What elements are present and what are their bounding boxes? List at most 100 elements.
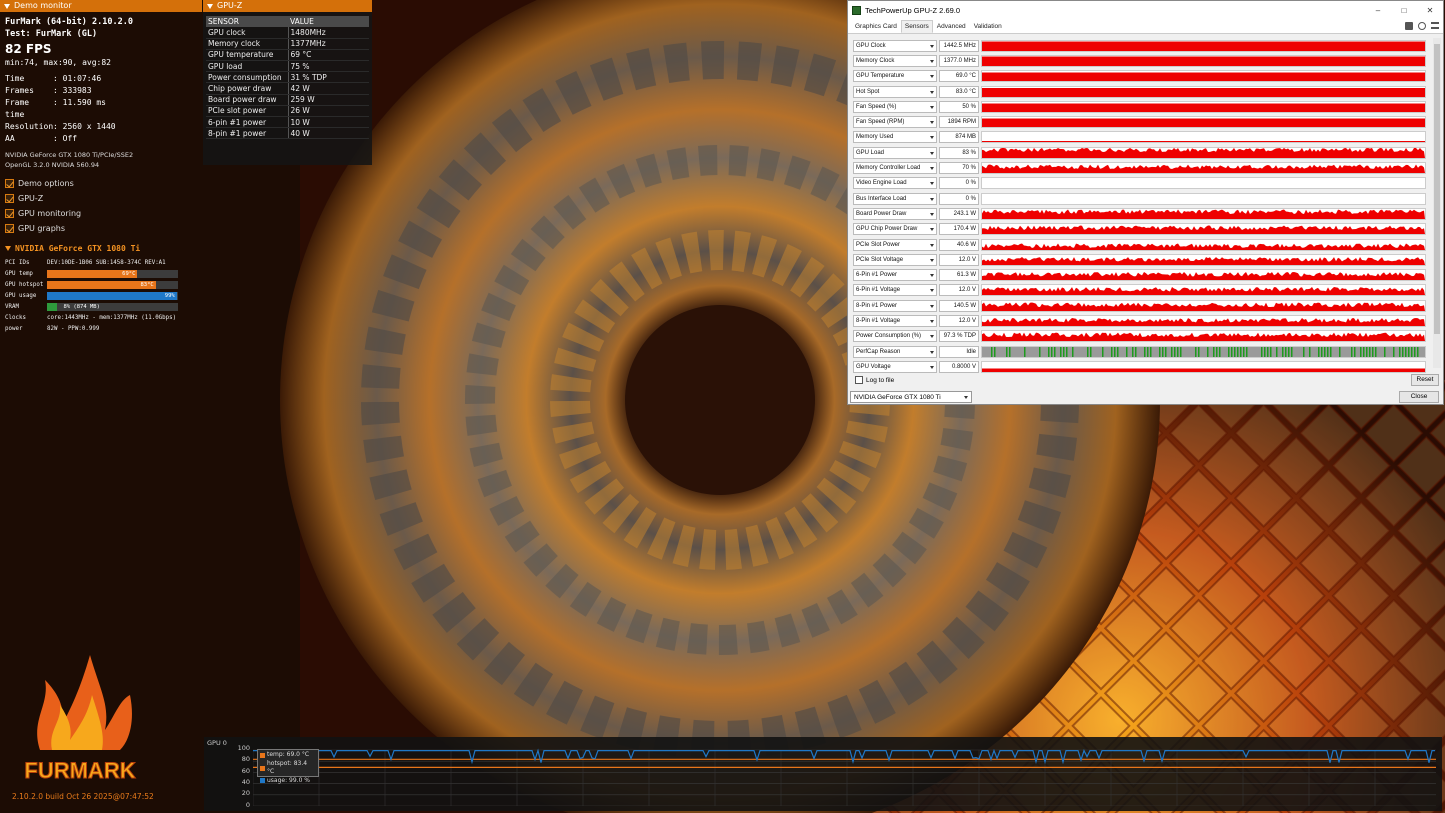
gpuz-overlay-row: 8-pin #1 power 40 W	[206, 127, 369, 140]
collapse-arrow-icon[interactable]	[207, 3, 213, 9]
checkbox-checked-icon[interactable]	[5, 194, 14, 203]
sensor-name-dropdown[interactable]: GPU Temperature	[853, 70, 937, 83]
sensor-row: PCIe Slot Power 40.6 W	[853, 237, 1433, 252]
sensor-graph	[981, 207, 1426, 220]
sensor-name-dropdown[interactable]: PCIe Slot Power	[853, 238, 937, 251]
sensor-name-dropdown[interactable]: Board Power Draw	[853, 207, 937, 220]
legend-label: hotspot: 83.4 °C	[266, 759, 308, 776]
stat-value: : 01:07:46	[53, 74, 102, 83]
sensor-graph-fill	[982, 118, 1425, 128]
series-usage-line	[253, 748, 1435, 765]
perfcap-mark	[1414, 346, 1416, 357]
sensor-name-dropdown[interactable]: 8-Pin #1 Power	[853, 299, 937, 312]
title-bar[interactable]: TechPowerUp GPU-Z 2.69.0 – □ ✕	[848, 1, 1443, 19]
perfcap-mark	[1261, 346, 1263, 357]
sensor-name-dropdown[interactable]: GPU Load	[853, 146, 937, 159]
checkbox-gpu-graphs[interactable]: GPU graphs	[5, 221, 197, 236]
close-icon[interactable]: ✕	[1417, 6, 1443, 15]
sensor-graph	[981, 192, 1426, 205]
sensor-graph-fill	[982, 87, 1425, 97]
tab-graphics-card[interactable]: Graphics Card	[851, 20, 901, 33]
sensor-graph	[981, 116, 1426, 129]
sensor-value: 31 % TDP	[288, 71, 369, 84]
sensor-name-dropdown[interactable]: 8-Pin #1 Voltage	[853, 314, 937, 327]
gpuz-overlay-header[interactable]: GPU-Z	[203, 0, 372, 12]
perfcap-mark	[1384, 346, 1386, 357]
log-to-file-checkbox[interactable]: Log to file	[855, 376, 894, 384]
refresh-icon[interactable]	[1418, 22, 1426, 30]
stat-key: Frames	[5, 86, 34, 95]
sensor-name-dropdown[interactable]: GPU Clock	[853, 39, 937, 52]
menu-icon[interactable]	[1431, 22, 1439, 29]
tab-sensors[interactable]: Sensors	[900, 20, 933, 33]
monitor-bar-fill	[47, 280, 156, 289]
sensor-graph	[981, 269, 1426, 282]
sensor-name-dropdown[interactable]: Fan Speed (RPM)	[853, 116, 937, 129]
sensor-value: 12.0 V	[939, 284, 979, 297]
stat-row: Frame time: 11.590 ms	[5, 97, 197, 121]
gpuz-overlay-row: GPU clock 1480MHz	[206, 27, 369, 39]
perfcap-mark	[1237, 346, 1239, 357]
graph-title: GPU 0	[207, 739, 227, 747]
demo-monitor-header[interactable]: Demo monitor	[0, 0, 202, 12]
reset-button[interactable]: Reset	[1411, 374, 1439, 386]
perfcap-mark	[1072, 346, 1074, 357]
sensor-name-dropdown[interactable]: Fan Speed (%)	[853, 100, 937, 113]
minimize-icon[interactable]: –	[1365, 6, 1391, 15]
tab-validation[interactable]: Validation	[970, 20, 1006, 33]
tab-advanced[interactable]: Advanced	[933, 20, 970, 33]
checkbox-demo-options[interactable]: Demo options	[5, 176, 197, 191]
sensor-value: 61.3 W	[939, 269, 979, 282]
perfcap-mark	[1213, 346, 1215, 357]
sensor-row: GPU Chip Power Draw 170.4 W	[853, 222, 1433, 237]
gpu-section-header[interactable]: NVIDIA GeForce GTX 1080 Ti	[5, 242, 197, 254]
checkbox-checked-icon[interactable]	[5, 179, 14, 188]
gpuz-overlay-table: SENSOR VALUE GPU clock 1480MHz Memory clock…	[206, 16, 369, 140]
sensor-row: Bus Interface Load 0 %	[853, 191, 1433, 206]
sensor-name-dropdown[interactable]: 6-Pin #1 Voltage	[853, 284, 937, 297]
perfcap-mark	[1363, 346, 1365, 357]
sensor-graph	[981, 54, 1426, 67]
sensor-name-dropdown[interactable]: Memory Used	[853, 131, 937, 144]
sensor-value: 1480MHz	[288, 27, 369, 39]
sensor-graph-fill	[982, 103, 1425, 112]
perfcap-mark	[1171, 346, 1173, 357]
sensor-value: 50 %	[939, 100, 979, 113]
sensor-name-dropdown[interactable]: GPU Chip Power Draw	[853, 223, 937, 236]
perfcap-mark	[1111, 346, 1113, 357]
perfcap-mark	[1393, 346, 1395, 357]
sensor-name-dropdown[interactable]: Bus Interface Load	[853, 192, 937, 205]
sensor-graph	[981, 162, 1426, 175]
collapse-arrow-icon[interactable]	[4, 3, 10, 9]
perfcap-mark	[1327, 346, 1329, 357]
checkbox-gpu-monitoring[interactable]: GPU monitoring	[5, 206, 197, 221]
sensor-name-dropdown[interactable]: Power Consumption (%)	[853, 330, 937, 343]
sensor-scrollbar[interactable]	[1433, 38, 1441, 368]
gpu-select[interactable]: NVIDIA GeForce GTX 1080 Ti	[850, 391, 972, 403]
sensor-graph	[981, 345, 1426, 358]
collapse-arrow-icon[interactable]	[5, 245, 11, 251]
perfcap-mark	[1195, 346, 1197, 357]
sensor-name-dropdown[interactable]: Video Engine Load	[853, 177, 937, 190]
checkbox-gpu-z[interactable]: GPU-Z	[5, 191, 197, 206]
sensor-name-dropdown[interactable]: PerfCap Reason	[853, 345, 937, 358]
perfcap-mark	[1150, 346, 1152, 357]
sensor-value: 69.0 °C	[939, 70, 979, 83]
sensor-name-dropdown[interactable]: 6-Pin #1 Power	[853, 269, 937, 282]
sensor-name-dropdown[interactable]: PCIe Slot Voltage	[853, 253, 937, 266]
checkbox-checked-icon[interactable]	[5, 209, 14, 218]
maximize-icon[interactable]: □	[1391, 6, 1417, 15]
close-button[interactable]: Close	[1399, 391, 1439, 403]
perfcap-mark	[1264, 346, 1266, 357]
sensor-name-dropdown[interactable]: Memory Clock	[853, 54, 937, 67]
checkbox-unchecked-icon[interactable]	[855, 376, 863, 384]
sensor-graph	[981, 330, 1426, 343]
scrollbar-thumb[interactable]	[1434, 44, 1440, 334]
sensor-name-dropdown[interactable]: Hot Spot	[853, 85, 937, 98]
sensor-name-dropdown[interactable]: GPU Voltage	[853, 360, 937, 373]
sensor-name-dropdown[interactable]: Memory Controller Load	[853, 162, 937, 175]
checkbox-checked-icon[interactable]	[5, 224, 14, 233]
camera-icon[interactable]	[1405, 22, 1413, 30]
demo-monitor-title: Demo monitor	[14, 1, 72, 10]
clocks-row: Clocks core:1443MHz - mem:1377MHz (11.0Gb…	[5, 312, 197, 323]
